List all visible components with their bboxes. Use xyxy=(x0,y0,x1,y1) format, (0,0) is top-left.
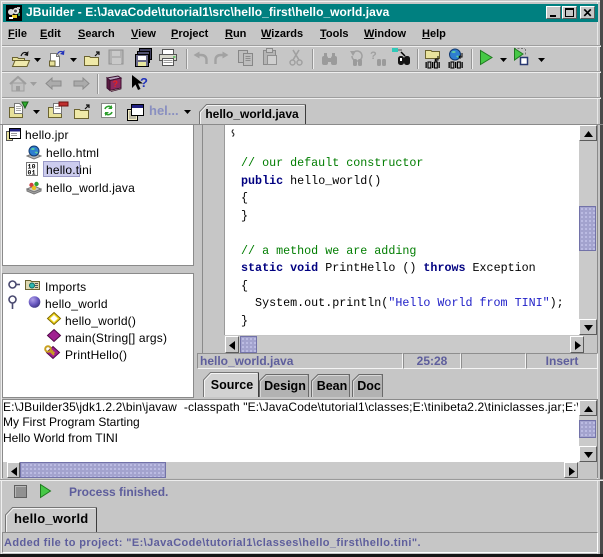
svg-text:01: 01 xyxy=(28,170,36,177)
svg-text:?: ? xyxy=(113,79,119,89)
svg-text:?: ? xyxy=(140,75,148,90)
svg-text:?: ? xyxy=(370,50,377,62)
